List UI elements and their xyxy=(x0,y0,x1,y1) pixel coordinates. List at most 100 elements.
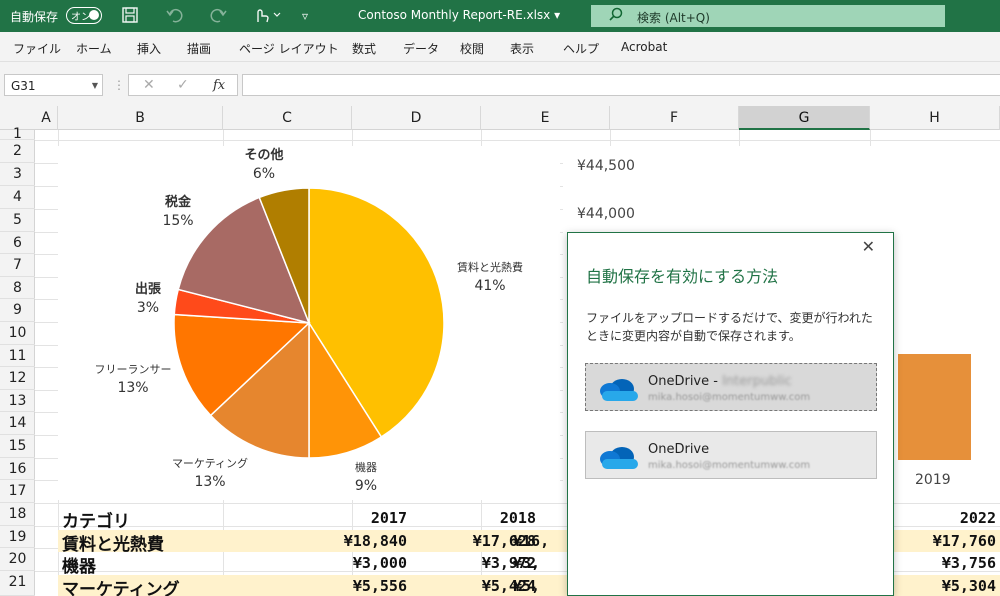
onedrive-cloud-icon xyxy=(596,444,640,473)
account-email: mika.hosoi@momentumww.com xyxy=(648,460,811,471)
column-header-f[interactable]: F xyxy=(610,106,739,130)
account-email: mika.hosoi@momentumww.com xyxy=(648,392,811,403)
onedrive-account-personal[interactable]: OneDrive mika.hosoi@momentumww.com xyxy=(585,431,877,479)
pie-percent-label: 9% xyxy=(355,478,377,494)
row-header[interactable]: 1 xyxy=(0,127,35,141)
pie-chart[interactable]: 賃料と光熱費 41% 機器 9% マーケティング 13% フリーランサー 13% 出張 3% 税金 1… xyxy=(58,146,560,500)
formula-input[interactable] xyxy=(242,74,1000,96)
tab-formulas[interactable]: 数式 xyxy=(352,40,376,57)
check-icon[interactable]: ✓ xyxy=(177,77,189,93)
row-header[interactable]: 16 xyxy=(0,458,35,480)
tab-view[interactable]: 表示 xyxy=(510,40,534,57)
x-tick-label: 2019 xyxy=(915,472,951,488)
header-2022[interactable]: 2022 xyxy=(960,509,996,527)
row-header[interactable]: 10 xyxy=(0,322,35,345)
pie-category-label: 機器 xyxy=(355,460,377,474)
pie-category-label: マーケティング xyxy=(172,456,248,470)
splitter-icon[interactable]: ⋮ xyxy=(113,78,125,92)
row-header[interactable]: 6 xyxy=(0,232,35,254)
tab-draw[interactable]: 描画 xyxy=(187,40,211,57)
customize-icon[interactable]: ▿ xyxy=(302,9,308,23)
tab-acrobat[interactable]: Acrobat xyxy=(621,40,667,54)
tab-insert[interactable]: 挿入 xyxy=(137,40,161,57)
cell-value[interactable]: ¥5,304 xyxy=(942,577,996,595)
search-box[interactable]: 検索 (Alt+Q) xyxy=(591,5,945,27)
cell-value[interactable]: ¥5, xyxy=(513,577,540,595)
bar-2019[interactable] xyxy=(898,354,971,460)
row-header[interactable]: 21 xyxy=(0,571,35,596)
row-label[interactable]: 機器 xyxy=(62,552,96,577)
column-header-h[interactable]: H xyxy=(870,106,1000,130)
cancel-icon[interactable]: ✕ xyxy=(143,77,155,93)
pie-chart-svg: 賃料と光熱費 41% 機器 9% マーケティング 13% フリーランサー 13% 出張 3% 税金 1… xyxy=(95,147,524,494)
row-headers: 1 2 3 4 5 6 7 8 9 10 11 12 13 14 15 16 1… xyxy=(0,127,35,596)
column-header-g[interactable]: G xyxy=(739,106,870,130)
cell-value[interactable]: ¥3, xyxy=(513,554,540,572)
cell-value[interactable]: ¥17,760 xyxy=(933,532,996,550)
close-icon[interactable]: ✕ xyxy=(862,237,875,256)
pie-percent-label: 6% xyxy=(253,166,275,182)
row-header[interactable]: 5 xyxy=(0,209,35,232)
row-header[interactable]: 7 xyxy=(0,254,35,277)
column-header-b[interactable]: B xyxy=(58,106,223,130)
ribbon-tabs: ファイル ホーム 挿入 描画 ページ レイアウト 数式 データ 校閲 表示 ヘル… xyxy=(0,32,1000,62)
column-header-c[interactable]: C xyxy=(223,106,352,130)
tab-data[interactable]: データ xyxy=(403,40,439,57)
row-header[interactable]: 8 xyxy=(0,277,35,299)
tab-page-layout[interactable]: ページ レイアウト xyxy=(239,40,339,57)
pie-category-label: 賃料と光熱費 xyxy=(457,260,523,274)
cell-value[interactable]: ¥3,756 xyxy=(942,554,996,572)
autosave-label: 自動保存 xyxy=(10,10,59,24)
cell-value[interactable]: ¥16, xyxy=(513,532,549,550)
tab-home[interactable]: ホーム xyxy=(76,40,112,57)
pie-percent-label: 41% xyxy=(474,278,505,294)
save-icon[interactable] xyxy=(121,6,139,28)
header-2018[interactable]: 2018 xyxy=(500,509,536,527)
title-dropdown-icon: ▾ xyxy=(554,8,561,22)
touch-mode-icon[interactable] xyxy=(253,6,283,28)
header-2017[interactable]: 2017 xyxy=(371,509,407,527)
tab-help[interactable]: ヘルプ xyxy=(563,40,599,57)
pie-category-label: 出張 xyxy=(135,281,162,297)
tab-file[interactable]: ファイル xyxy=(13,40,61,57)
autosave-toggle[interactable]: オン xyxy=(66,7,102,24)
row-label[interactable]: マーケティング xyxy=(62,575,180,596)
y-tick-label: ¥44,500 xyxy=(577,158,635,174)
redo-icon[interactable] xyxy=(210,6,228,28)
dialog-title: 自動保存を有効にする方法 xyxy=(586,267,779,286)
row-header[interactable]: 14 xyxy=(0,412,35,435)
column-header-e[interactable]: E xyxy=(481,106,610,130)
row-header[interactable]: 20 xyxy=(0,548,35,571)
header-category[interactable]: カテゴリ xyxy=(62,507,130,532)
column-header-a[interactable]: A xyxy=(35,106,58,130)
row-header[interactable]: 18 xyxy=(0,503,35,526)
row-header[interactable]: 19 xyxy=(0,526,35,548)
row-header[interactable]: 17 xyxy=(0,480,35,503)
row-header[interactable]: 9 xyxy=(0,299,35,322)
chevron-down-icon[interactable]: ▼ xyxy=(92,81,98,90)
formula-bar: G31 ▼ ⋮ ✕ ✓ fx xyxy=(0,62,1000,106)
row-header[interactable]: 4 xyxy=(0,186,35,209)
row-header[interactable]: 11 xyxy=(0,345,35,367)
name-box[interactable]: G31 ▼ xyxy=(4,74,103,96)
row-header[interactable]: 12 xyxy=(0,367,35,390)
row-header[interactable]: 3 xyxy=(0,163,35,186)
document-title[interactable]: Contoso Monthly Report-RE.xlsx ▾ xyxy=(358,8,560,22)
tab-review[interactable]: 校閲 xyxy=(460,40,484,57)
onedrive-account-work[interactable]: OneDrive - Interpublic mika.hosoi@moment… xyxy=(585,363,877,411)
cell-value[interactable]: ¥18,840 xyxy=(344,532,407,550)
pie-category-label: その他 xyxy=(244,147,283,163)
row-header[interactable]: 15 xyxy=(0,435,35,458)
cell-value[interactable]: ¥5,556 xyxy=(353,577,407,595)
onedrive-cloud-icon xyxy=(596,376,640,405)
row-header[interactable]: 2 xyxy=(0,140,35,163)
pie-category-label: 税金 xyxy=(165,194,192,210)
search-icon xyxy=(609,7,623,25)
row-header[interactable]: 13 xyxy=(0,390,35,412)
undo-icon[interactable] xyxy=(165,6,183,28)
insert-function-icon[interactable]: fx xyxy=(213,78,225,93)
cell-value[interactable]: ¥3,000 xyxy=(353,554,407,572)
formula-buttons: ✕ ✓ fx xyxy=(128,74,238,96)
pie-percent-label: 3% xyxy=(137,300,159,316)
column-header-d[interactable]: D xyxy=(352,106,481,130)
